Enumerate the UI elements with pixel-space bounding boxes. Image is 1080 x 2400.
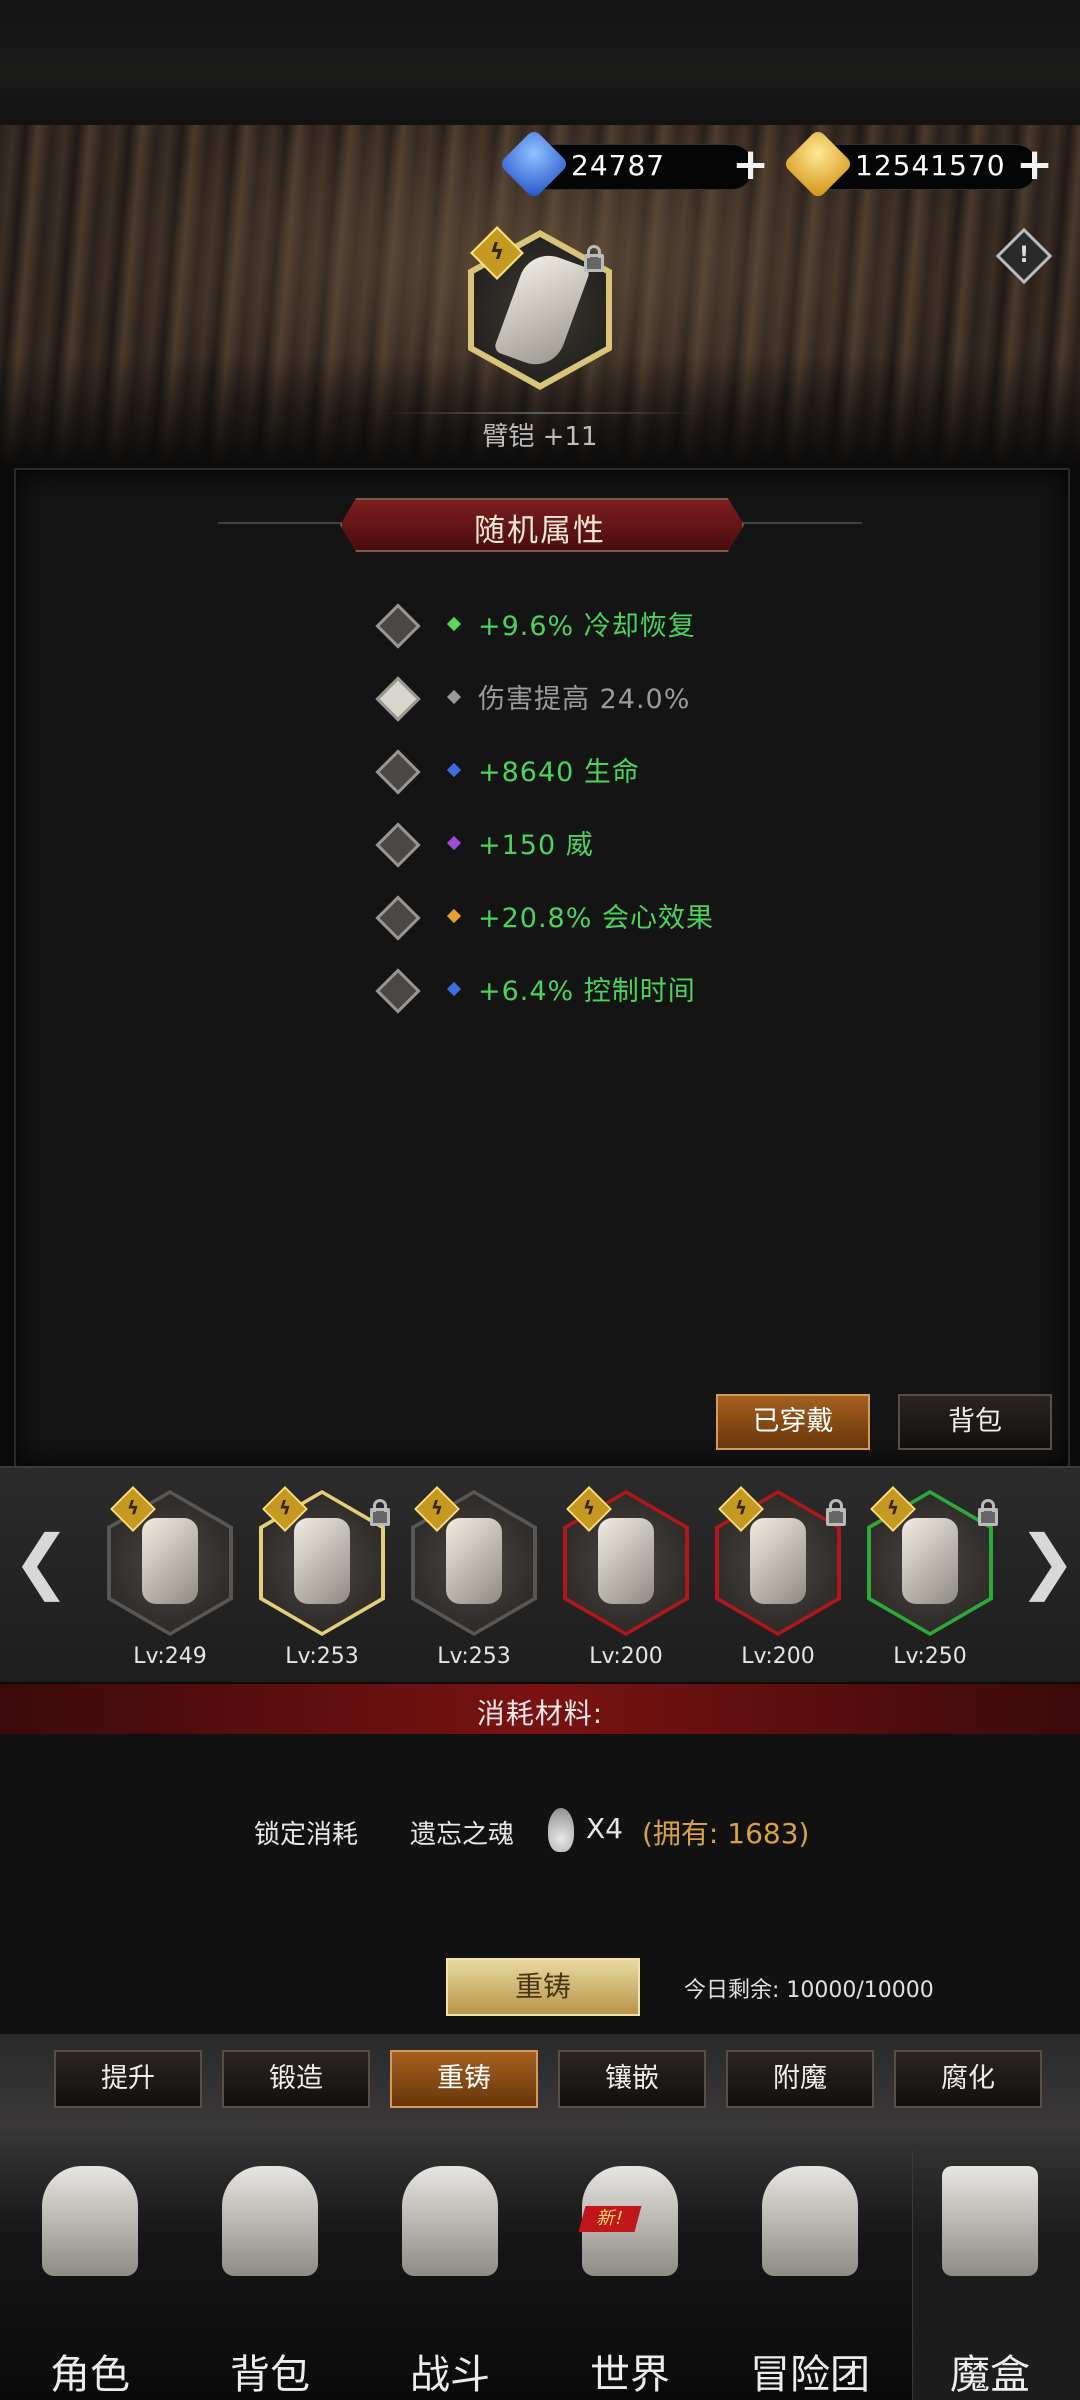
gold-count: 12541570 [855, 149, 1006, 182]
section-title: 随机属性 [474, 513, 606, 549]
tab-5[interactable]: 附魔 [726, 2050, 874, 2108]
add-gems-button[interactable]: + [732, 141, 769, 189]
equipment-item-icon [142, 1518, 198, 1604]
tab-1[interactable]: 提升 [54, 2050, 202, 2108]
lock-icon [978, 1499, 998, 1526]
attribute-text: 伤害提高 24.0% [478, 684, 691, 715]
materials-title: 消耗材料: [476, 1697, 604, 1730]
equipment-item-icon [446, 1518, 502, 1604]
attribute-text: +9.6% 冷却恢复 [478, 611, 696, 642]
equipment-level: Lv:249 [133, 1644, 207, 1669]
tab-4[interactable]: 镶嵌 [558, 2050, 706, 2108]
equipment-item-icon [598, 1518, 654, 1604]
gem-currency: 24787 + [498, 128, 769, 200]
backpack-icon[interactable] [222, 2166, 318, 2276]
nav-item-4[interactable]: 世界 [540, 2342, 720, 2400]
equipment-item-icon [750, 1518, 806, 1604]
divider [380, 412, 700, 414]
divider [738, 522, 862, 524]
reforge-button[interactable]: 重铸 [446, 1958, 640, 2016]
status-bar-area [0, 0, 1080, 125]
nav-item-1[interactable]: 角色 [0, 2342, 180, 2400]
tab-3[interactable]: 重铸 [390, 2050, 538, 2108]
tab-6[interactable]: 腐化 [894, 2050, 1042, 2108]
lock-icon [826, 1499, 846, 1526]
equipped-tab-button[interactable]: 已穿戴 [716, 1394, 870, 1450]
shield-sword-icon[interactable] [402, 2166, 498, 2276]
divider [218, 522, 342, 524]
magic-box-icon[interactable] [942, 2166, 1038, 2276]
item-name: 臂铠 +11 [482, 422, 598, 452]
equipment-item-icon [902, 1518, 958, 1604]
soul-flame-icon [548, 1808, 574, 1852]
gold-currency: 12541570 + [782, 128, 1053, 200]
daily-remaining: 今日剩余: 10000/10000 [684, 1978, 934, 2003]
next-arrow-icon[interactable]: ❯ [1018, 1520, 1077, 1602]
castle-icon[interactable] [762, 2166, 858, 2276]
nav-item-5[interactable]: 冒险团 [720, 2342, 900, 2400]
equipment-level: Lv:250 [893, 1644, 967, 1669]
attribute-text: +20.8% 会心效果 [478, 903, 714, 934]
material-owned: (拥有: 1683) [642, 1817, 810, 1850]
nav-item-3[interactable]: 战斗 [360, 2342, 540, 2400]
gem-count: 24787 [571, 149, 666, 182]
new-badge: 新! [578, 2206, 642, 2232]
prev-arrow-icon[interactable]: ❮ [12, 1520, 71, 1602]
lock-icon [370, 1499, 390, 1526]
equipment-level: Lv:200 [741, 1644, 815, 1669]
material-name: 遗忘之魂 [410, 1820, 515, 1850]
bag-tab-button[interactable]: 背包 [898, 1394, 1052, 1450]
add-gold-button[interactable]: + [1016, 141, 1053, 189]
nav-item-2[interactable]: 背包 [180, 2342, 360, 2400]
material-quantity: X4 [586, 1812, 623, 1845]
nav-item-6[interactable]: 魔盒 [900, 2342, 1080, 2400]
equipment-level: Lv:200 [589, 1644, 663, 1669]
equipment-level: Lv:253 [285, 1644, 359, 1669]
helmet-icon[interactable] [42, 2166, 138, 2276]
attribute-text: +6.4% 控制时间 [478, 976, 696, 1007]
lock-icon [584, 245, 604, 272]
equipment-level: Lv:253 [437, 1644, 511, 1669]
attribute-text: +8640 生命 [478, 757, 640, 788]
tab-2[interactable]: 锻造 [222, 2050, 370, 2108]
lock-cost-label: 锁定消耗 [254, 1820, 359, 1850]
attribute-text: +150 威 [478, 830, 594, 861]
equipment-item-icon [294, 1518, 350, 1604]
